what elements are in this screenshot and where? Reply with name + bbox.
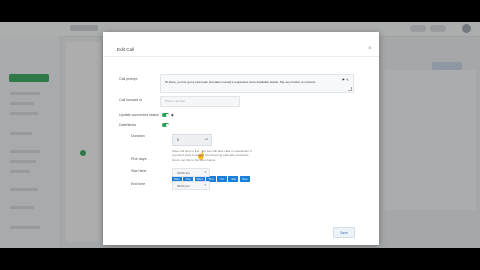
call-forward-placeholder: Phone number <box>165 99 186 103</box>
pick-days-label: Pick days <box>131 157 147 161</box>
start-time-value: 09:00 am <box>177 170 190 175</box>
duration-value: 5 <box>177 138 179 142</box>
modal-divider <box>103 56 379 57</box>
update-status-label: Update connected status <box>119 113 159 117</box>
call-prompt-label: Call prompt <box>119 77 138 81</box>
date-times-label: Date/times <box>119 123 137 127</box>
edit-call-modal: Edit Call × Call prompt Hi there, you've… <box>103 32 379 245</box>
day-button[interactable]: Fri <box>217 176 228 182</box>
call-prompt-text: Hi there, you've got a new lead. [Locati… <box>165 80 317 84</box>
call-forward-label: Call forward to <box>119 98 143 102</box>
info-icon: ◆ <box>171 112 174 117</box>
start-time-label: Start time <box>131 169 147 173</box>
update-status-toggle[interactable] <box>162 113 169 117</box>
end-time-label: End time <box>131 182 146 186</box>
chevron-down-icon: ▾ <box>204 170 206 174</box>
resize-handle[interactable] <box>348 87 352 91</box>
date-times-toggle[interactable] <box>162 123 169 127</box>
end-time-select[interactable]: 05:00 pm ▾ <box>172 181 210 190</box>
call-prompt-textarea[interactable]: Hi there, you've got a new lead. [Locati… <box>160 74 354 93</box>
day-button[interactable]: Sun <box>239 176 250 182</box>
prompt-link[interactable]: Available <box>256 80 269 84</box>
call-forward-input[interactable]: Phone number <box>160 96 240 107</box>
chevron-down-icon: ▾ <box>204 183 206 187</box>
end-time-value: 05:00 pm <box>177 183 190 188</box>
day-button[interactable]: Sat <box>228 176 239 182</box>
modal-title: Edit Call <box>117 47 135 52</box>
close-icon[interactable]: × <box>368 46 372 52</box>
duration-help-text: Save call time to live. You can still ta… <box>172 149 253 162</box>
start-time-select[interactable]: 09:00 am ▾ <box>172 168 210 177</box>
duration-label: Duration <box>131 134 145 138</box>
chevron-up-down-icon[interactable]: ▴▾ <box>205 137 208 141</box>
duration-stepper[interactable]: 5 ▴▾ <box>172 134 212 146</box>
emoji-icon[interactable]: ⚑ ✎ <box>342 78 349 82</box>
app-background: Edit Call × Call prompt Hi there, you've… <box>0 22 480 248</box>
save-button[interactable]: Save <box>333 227 355 238</box>
